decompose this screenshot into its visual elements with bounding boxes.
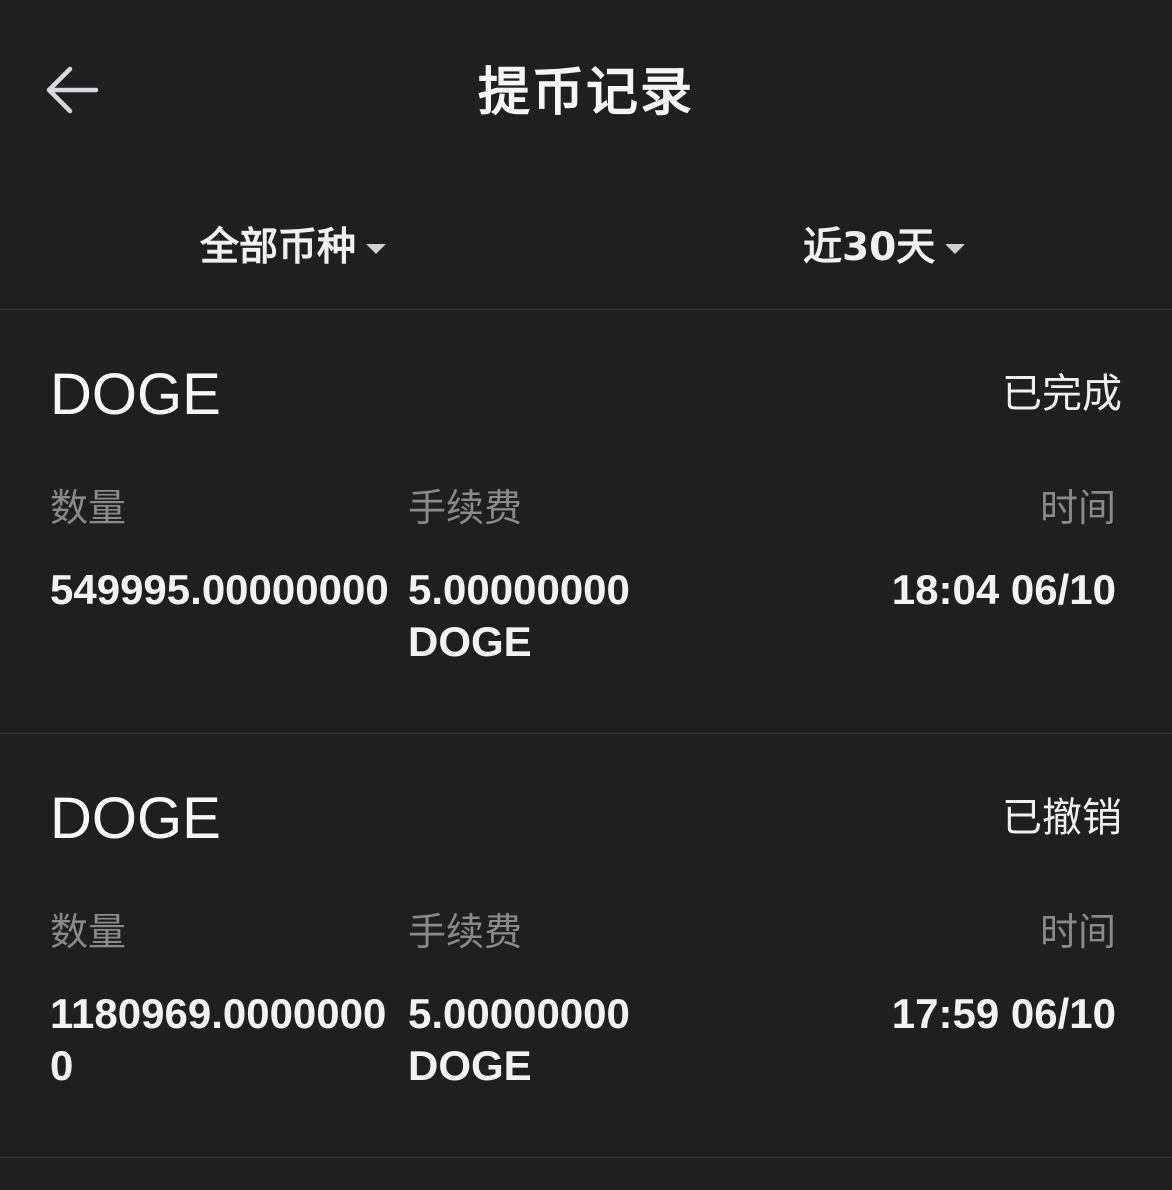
fee-amount: 5.00000000	[408, 990, 630, 1037]
header: 提币记录	[0, 0, 1172, 186]
time-label: 时间	[1039, 910, 1116, 954]
currency-filter-label: 全部币种	[200, 225, 357, 270]
fee-value: 5.00000000 DOGE	[408, 564, 708, 668]
fee-unit: DOGE	[408, 1042, 532, 1089]
amount-value: 1180969.00000000	[50, 990, 387, 1089]
fee-value: 5.00000000 DOGE	[408, 988, 708, 1092]
record-status: 已完成	[1002, 371, 1122, 417]
record-coin: DOGE	[50, 786, 221, 851]
period-filter-label: 近30天	[803, 225, 936, 270]
caret-down-icon	[945, 244, 966, 254]
fee-label: 手续费	[408, 910, 523, 954]
currency-filter-dropdown[interactable]: 全部币种	[200, 222, 387, 274]
caret-down-icon	[366, 244, 387, 254]
filter-bar: 全部币种 近30天	[0, 186, 1172, 310]
fee-unit: DOGE	[408, 618, 532, 665]
record-item[interactable]: DOGE 已撤销 数量 手续费 时间 1180969.00000000 5.00…	[0, 734, 1172, 1158]
time-label: 时间	[1039, 486, 1116, 530]
time-value: 18:04 06/10	[891, 566, 1116, 613]
amount-label: 数量	[50, 486, 127, 530]
time-value: 17:59 06/10	[891, 990, 1116, 1037]
withdrawal-records-screen: 提币记录 全部币种 近30天 DOGE 已完成 数量 手续费 时间 549995…	[0, 0, 1172, 1190]
period-filter-dropdown[interactable]: 近30天	[803, 222, 966, 274]
record-item[interactable]: DOGE 已完成 数量 手续费 时间 549995.00000000 5.000…	[0, 310, 1172, 734]
record-status: 已撤销	[1002, 795, 1122, 841]
fee-amount: 5.00000000	[408, 566, 630, 613]
fee-label: 手续费	[408, 486, 523, 530]
amount-label: 数量	[50, 910, 127, 954]
record-coin: DOGE	[50, 362, 221, 427]
amount-value: 549995.00000000	[50, 566, 389, 613]
page-title: 提币记录	[477, 63, 694, 123]
